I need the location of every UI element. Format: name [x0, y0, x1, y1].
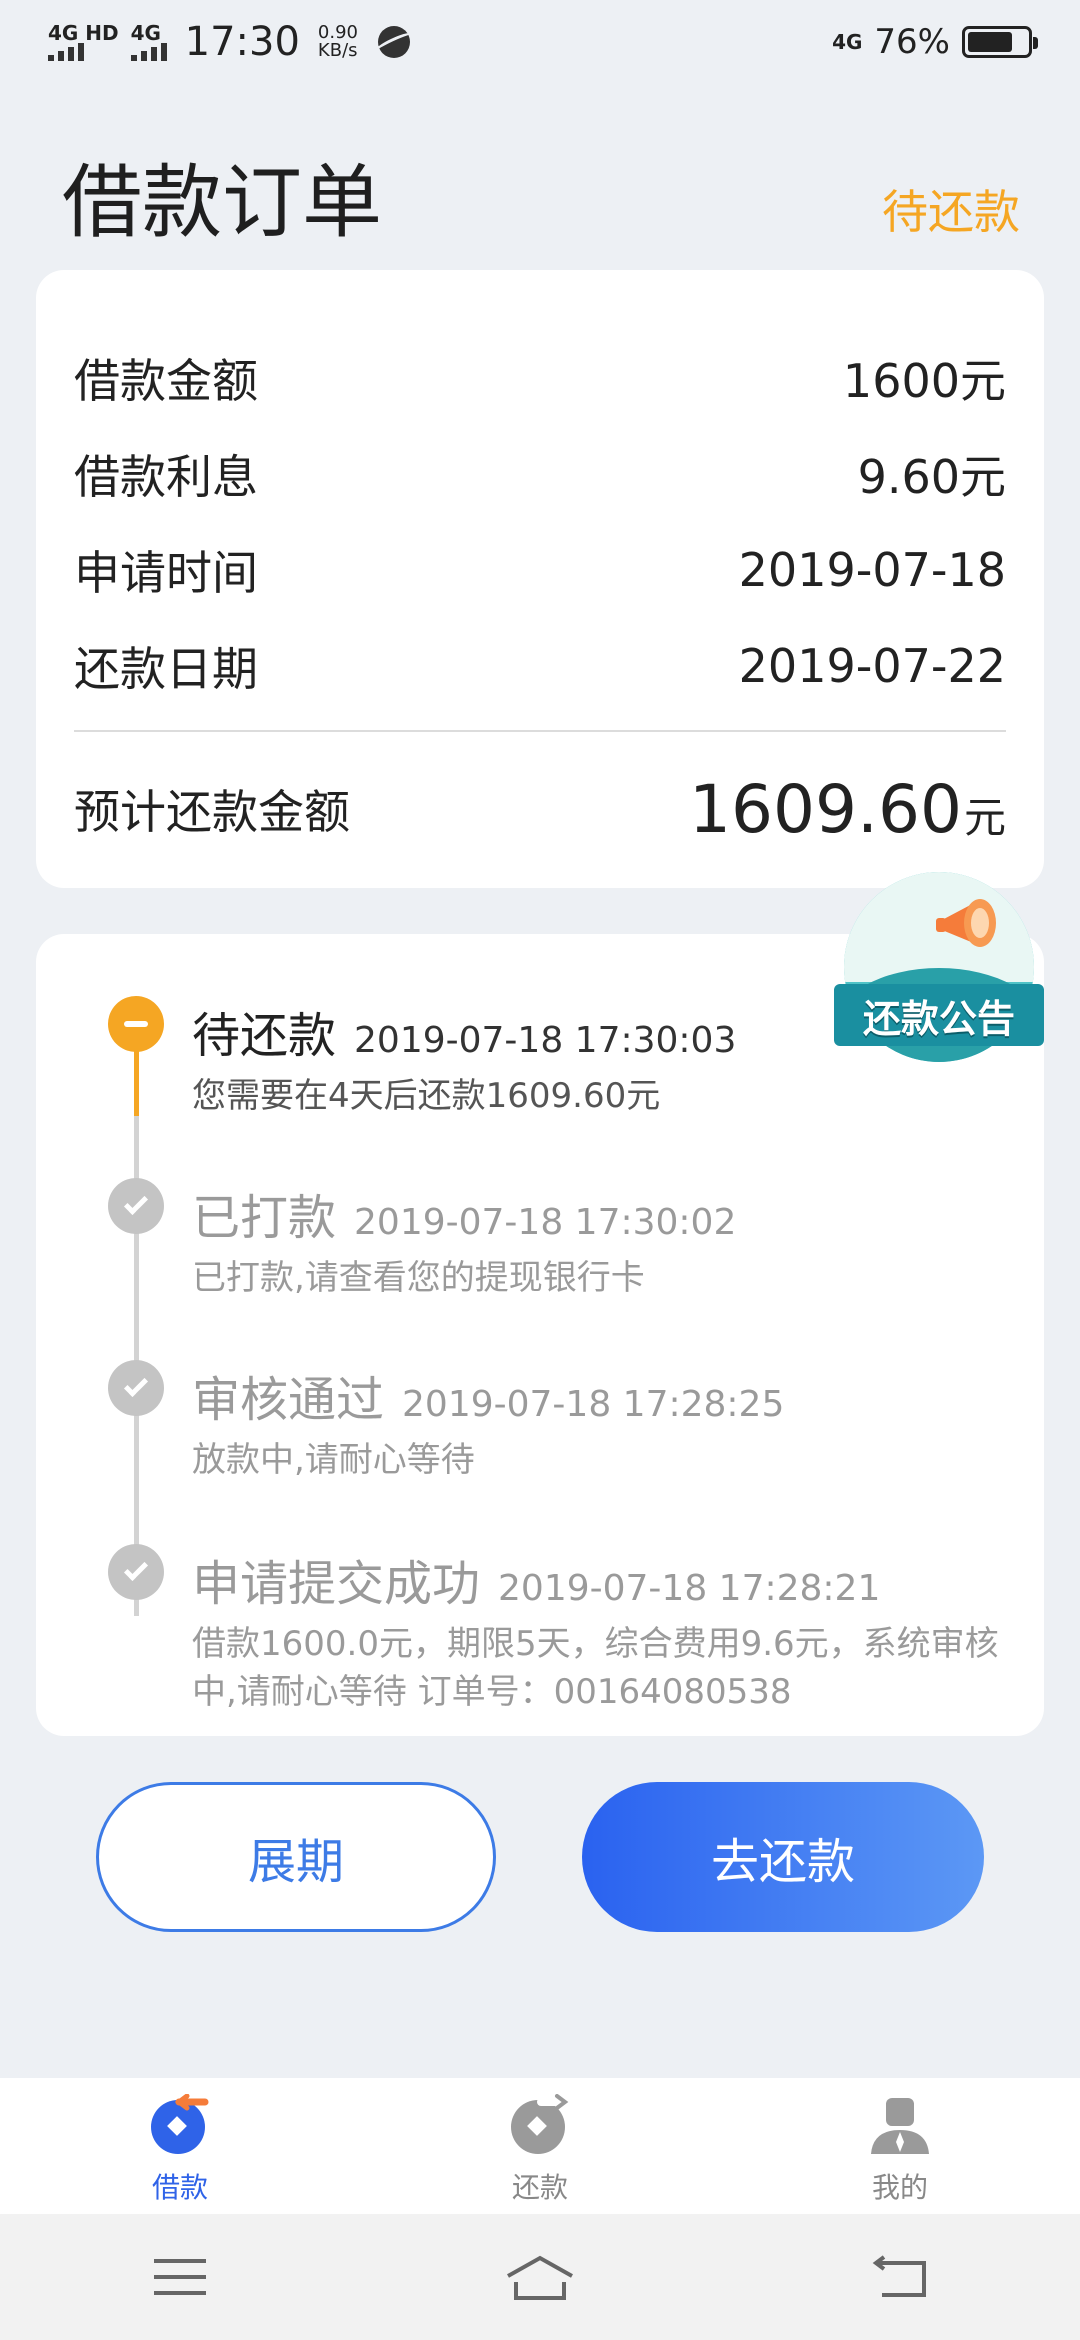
nav-item-borrow[interactable]: 借款: [0, 2078, 360, 2214]
step-time: 2019-07-18 17:28:21: [498, 1568, 881, 1609]
home-icon: [507, 2255, 573, 2300]
summary-row-amount: 借款金额 1600元: [74, 338, 1006, 418]
step-description: 借款1600.0元，期限5天，综合费用9.6元，系统审核中,请耐心等待 订单号：…: [192, 1624, 999, 1712]
summary-label: 申请时间: [74, 546, 258, 600]
summary-value: 9.60元: [857, 450, 1006, 504]
status-bar: 4G HD 4G 17:30 0.90 KB/s 4G 76%: [0, 0, 1080, 84]
step-title: 待还款: [192, 1008, 337, 1064]
total-unit: 元: [963, 792, 1006, 842]
sim1-label: 4G HD: [48, 21, 119, 45]
summary-label: 借款金额: [74, 354, 258, 408]
sim2-label: 4G: [130, 21, 161, 45]
system-back-button[interactable]: [855, 2247, 945, 2307]
summary-label: 还款日期: [74, 642, 258, 696]
step-description: 已打款,请查看您的提现银行卡: [192, 1258, 645, 1298]
total-label: 预计还款金额: [74, 785, 350, 839]
summary-value: 1600元: [842, 354, 1006, 408]
total-number: 1609.60: [689, 770, 962, 848]
menu-icon: [154, 2259, 206, 2295]
system-home-button[interactable]: [495, 2247, 585, 2307]
timeline-step-submitted: 申请提交成功 2019-07-18 17:28:21 借款1600.0元，期限5…: [192, 1544, 1000, 1716]
network-type: 4G: [832, 30, 863, 54]
battery-icon: [962, 26, 1038, 58]
nav-label: 借款: [151, 2171, 208, 2204]
loan-summary-card: 借款金额 1600元 借款利息 9.60元 申请时间 2019-07-18 还款…: [36, 270, 1044, 888]
check-icon: [108, 1178, 164, 1234]
page-title: 借款订单: [62, 156, 382, 249]
nav-item-profile[interactable]: 我的: [720, 2078, 1080, 2214]
megaphone-icon: [936, 899, 996, 947]
borrow-icon: [151, 2094, 209, 2154]
signal-sim1-icon: 4G HD: [48, 23, 119, 61]
system-nav-bar: [0, 2214, 1080, 2340]
signal-sim2-icon: 4G: [130, 21, 167, 61]
step-title: 申请提交成功: [192, 1556, 481, 1612]
step-description: 放款中,请耐心等待: [192, 1440, 475, 1480]
network-speed: 0.90 KB/s: [318, 24, 358, 60]
repay-icon: [511, 2094, 569, 2154]
summary-row-apply-date: 申请时间 2019-07-18: [74, 530, 1006, 610]
nav-label: 我的: [871, 2171, 928, 2204]
total-amount: 1609.60 元: [689, 771, 1006, 848]
order-status: 待还款: [882, 185, 1020, 239]
extend-button[interactable]: 展期: [96, 1782, 496, 1932]
nav-item-repay[interactable]: 还款: [360, 2078, 720, 2214]
timeline-step-paid: 已打款 2019-07-18 17:30:02 已打款,请查看您的提现银行卡: [192, 1178, 1000, 1302]
system-menu-button[interactable]: [135, 2247, 225, 2307]
profile-icon: [871, 2098, 929, 2154]
step-title: 审核通过: [192, 1372, 385, 1428]
planet-icon: [378, 26, 410, 58]
summary-row-total: 预计还款金额 1609.60 元: [74, 754, 1006, 864]
step-time: 2019-07-18 17:28:25: [402, 1384, 785, 1425]
summary-value: 2019-07-18: [738, 543, 1006, 597]
summary-value: 2019-07-22: [738, 639, 1006, 693]
bottom-nav: 借款 还款 我的: [0, 2078, 1080, 2214]
summary-divider: [74, 730, 1006, 732]
step-time: 2019-07-18 17:30:02: [354, 1202, 737, 1243]
timeline-step-approved: 审核通过 2019-07-18 17:28:25 放款中,请耐心等待: [192, 1360, 1000, 1484]
battery-level: [968, 32, 1013, 52]
summary-row-interest: 借款利息 9.60元: [74, 434, 1006, 514]
check-icon: [108, 1544, 164, 1600]
announcement-label: 还款公告: [834, 984, 1044, 1046]
step-description: 您需要在4天后还款1609.60元: [192, 1076, 661, 1116]
battery-percent: 76%: [874, 22, 950, 62]
repayment-announcement-button[interactable]: 还款公告: [834, 872, 1044, 1068]
speed-unit: KB/s: [317, 40, 358, 61]
back-icon: [872, 2255, 926, 2297]
summary-label: 借款利息: [74, 450, 258, 504]
step-time: 2019-07-18 17:30:03: [354, 1020, 737, 1061]
clock: 17:30: [184, 19, 300, 65]
nav-label: 还款: [511, 2171, 568, 2204]
summary-row-due-date: 还款日期 2019-07-22: [74, 626, 1006, 706]
repay-button[interactable]: 去还款: [582, 1782, 984, 1932]
check-icon: [108, 1360, 164, 1416]
step-title: 已打款: [192, 1190, 337, 1246]
timeline-pending-icon: [108, 996, 164, 1052]
